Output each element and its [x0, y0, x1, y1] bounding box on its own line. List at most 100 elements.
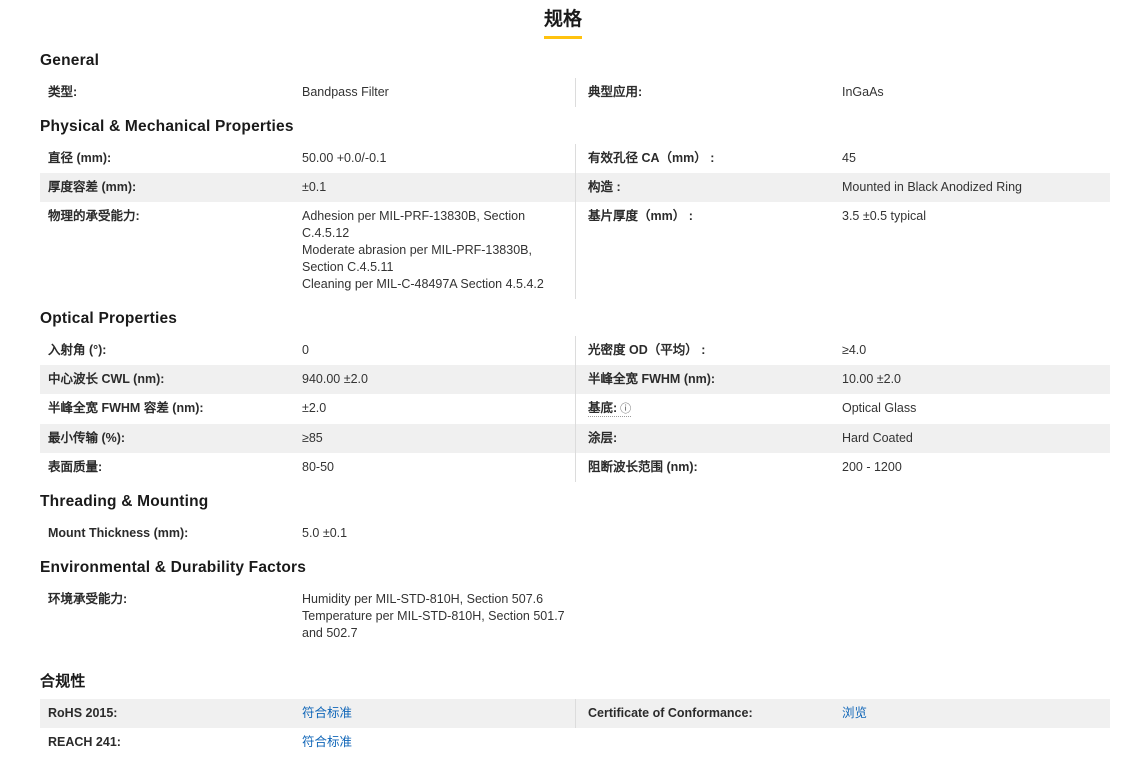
spec-cell: 阻断波长范围 (nm): 200 - 1200 — [575, 453, 1110, 482]
spec-value: 10.00 ±2.0 — [842, 372, 901, 386]
spec-cell: 基底: ⓘ Optical Glass — [575, 394, 1110, 424]
spec-label: RoHS 2015: — [48, 706, 118, 720]
spec-label: 典型应用: — [588, 85, 643, 99]
spec-value: Optical Glass — [842, 401, 917, 415]
spec-cell-empty — [575, 728, 1110, 757]
spec-value: ±2.0 — [302, 401, 327, 415]
spec-cell: 物理的承受能力: Adhesion per MIL-PRF-13830B, Se… — [40, 202, 575, 299]
spec-value: 3.5 ±0.5 typical — [842, 209, 926, 223]
table-row: 半峰全宽 FWHM 容差 (nm): ±2.0 基底: ⓘ Optical Gla… — [40, 394, 1110, 424]
spec-value: Hard Coated — [842, 431, 913, 445]
spec-value: InGaAs — [842, 85, 884, 99]
spec-cell: 构造 : Mounted in Black Anodized Ring — [575, 173, 1110, 202]
spec-label: 类型: — [48, 85, 78, 99]
spec-label: Mount Thickness (mm): — [48, 526, 189, 540]
spec-label: 光密度 OD（平均） : — [588, 343, 706, 357]
spec-value: Humidity per MIL-STD-810H, Section 507.6… — [302, 592, 565, 640]
reach-compliance-link[interactable]: 符合标准 — [302, 734, 567, 751]
spec-cell: 直径 (mm): 50.00 +0.0/-0.1 — [40, 144, 575, 173]
table-row: 类型: Bandpass Filter 典型应用: InGaAs — [40, 78, 1110, 107]
spec-label: Certificate of Conformance: — [588, 706, 753, 720]
spec-label: 直径 (mm): — [48, 151, 112, 165]
page-title: 规格 — [543, 9, 582, 39]
spec-cell: Certificate of Conformance: 浏览 — [575, 699, 1110, 728]
spec-label: 表面质量: — [48, 460, 103, 474]
spec-label: 基片厚度（mm） : — [588, 209, 693, 223]
spec-label: REACH 241: — [48, 735, 121, 749]
spec-value: ≥4.0 — [842, 343, 867, 357]
table-row: Mount Thickness (mm): 5.0 ±0.1 — [40, 519, 1110, 548]
spec-value: Bandpass Filter — [302, 85, 389, 99]
table-row: 表面质量: 80-50 阻断波长范围 (nm): 200 - 1200 — [40, 453, 1110, 482]
spec-value: ±0.1 — [302, 180, 327, 194]
spec-cell: 环境承受能力: Humidity per MIL-STD-810H, Secti… — [40, 585, 575, 648]
specs-content: General 类型: Bandpass Filter 典型应用: InGaAs… — [0, 39, 1126, 757]
section-heading-environmental: Environmental & Durability Factors — [40, 559, 307, 576]
spec-table-physical: 直径 (mm): 50.00 +0.0/-0.1 有效孔径 CA（mm） : 4… — [40, 144, 1110, 299]
spec-label: 最小传输 (%): — [48, 431, 126, 445]
spec-cell: 基片厚度（mm） : 3.5 ±0.5 typical — [575, 202, 1110, 299]
spec-label: 半峰全宽 FWHM 容差 (nm): — [48, 401, 204, 415]
spec-value: Mounted in Black Anodized Ring — [842, 180, 1022, 194]
spec-table-compliance: RoHS 2015: 符合标准 Certificate of Conforman… — [40, 699, 1110, 757]
table-row: RoHS 2015: 符合标准 Certificate of Conforman… — [40, 699, 1110, 728]
spec-value: Adhesion per MIL-PRF-13830B, Section C.4… — [302, 209, 544, 291]
spec-cell: 最小传输 (%): ≥85 — [40, 424, 575, 453]
spec-cell-empty — [575, 519, 1110, 548]
spec-label: 中心波长 CWL (nm): — [48, 372, 165, 386]
spec-label: 半峰全宽 FWHM (nm): — [588, 372, 716, 386]
table-row: 物理的承受能力: Adhesion per MIL-PRF-13830B, Se… — [40, 202, 1110, 299]
rohs-compliance-link[interactable]: 符合标准 — [302, 705, 567, 722]
spec-value: 45 — [842, 151, 856, 165]
spec-cell: 典型应用: InGaAs — [575, 78, 1110, 107]
spec-cell: 厚度容差 (mm): ±0.1 — [40, 173, 575, 202]
spec-cell: 表面质量: 80-50 — [40, 453, 575, 482]
spec-cell: Mount Thickness (mm): 5.0 ±0.1 — [40, 519, 575, 548]
table-row: 入射角 (°): 0 光密度 OD（平均） : ≥4.0 — [40, 336, 1110, 365]
spec-cell: 类型: Bandpass Filter — [40, 78, 575, 107]
section-heading-optical: Optical Properties — [40, 310, 178, 327]
spec-cell: REACH 241: 符合标准 — [40, 728, 575, 757]
spec-label: 环境承受能力: — [48, 592, 128, 606]
spec-table-threading: Mount Thickness (mm): 5.0 ±0.1 — [40, 519, 1110, 548]
spec-value: ≥85 — [302, 431, 323, 445]
section-heading-physical: Physical & Mechanical Properties — [40, 118, 294, 135]
spec-label: 涂层: — [588, 431, 618, 445]
spec-cell: 光密度 OD（平均） : ≥4.0 — [575, 336, 1110, 365]
spec-table-environmental: 环境承受能力: Humidity per MIL-STD-810H, Secti… — [40, 585, 1110, 648]
spec-cell: 中心波长 CWL (nm): 940.00 ±2.0 — [40, 365, 575, 394]
table-row: 厚度容差 (mm): ±0.1 构造 : Mounted in Black An… — [40, 173, 1110, 202]
spec-label: 阻断波长范围 (nm): — [588, 460, 698, 474]
spec-label: 物理的承受能力: — [48, 209, 140, 223]
spec-cell: 半峰全宽 FWHM (nm): 10.00 ±2.0 — [575, 365, 1110, 394]
spec-label: 入射角 (°): — [48, 343, 107, 357]
table-row: 环境承受能力: Humidity per MIL-STD-810H, Secti… — [40, 585, 1110, 648]
section-heading-general: General — [40, 52, 100, 69]
table-row: REACH 241: 符合标准 — [40, 728, 1110, 757]
spec-label: 有效孔径 CA（mm） : — [588, 151, 715, 165]
spec-value: 80-50 — [302, 460, 334, 474]
spec-table-general: 类型: Bandpass Filter 典型应用: InGaAs — [40, 78, 1110, 107]
table-row: 最小传输 (%): ≥85 涂层: Hard Coated — [40, 424, 1110, 453]
spec-value: 940.00 ±2.0 — [302, 372, 368, 386]
info-icon: ⓘ — [620, 403, 632, 415]
spec-cell: RoHS 2015: 符合标准 — [40, 699, 575, 728]
spec-cell: 有效孔径 CA（mm） : 45 — [575, 144, 1110, 173]
spec-label: 厚度容差 (mm): — [48, 180, 137, 194]
spec-cell: 入射角 (°): 0 — [40, 336, 575, 365]
spec-table-optical: 入射角 (°): 0 光密度 OD（平均） : ≥4.0 中心波长 CWL (n… — [40, 336, 1110, 482]
spec-cell: 半峰全宽 FWHM 容差 (nm): ±2.0 — [40, 394, 575, 424]
spec-label: 构造 : — [588, 180, 621, 194]
certificate-view-link[interactable]: 浏览 — [842, 705, 1102, 722]
spec-value: 50.00 +0.0/-0.1 — [302, 151, 387, 165]
section-heading-threading: Threading & Mounting — [40, 493, 209, 510]
substrate-tooltip-label[interactable]: 基底: ⓘ — [588, 400, 842, 418]
page-header: 规格 — [0, 0, 1126, 39]
spec-cell: 涂层: Hard Coated — [575, 424, 1110, 453]
section-heading-compliance: 合规性 — [40, 673, 86, 690]
spec-value: 0 — [302, 343, 309, 357]
table-row: 直径 (mm): 50.00 +0.0/-0.1 有效孔径 CA（mm） : 4… — [40, 144, 1110, 173]
spec-value: 5.0 ±0.1 — [302, 526, 348, 540]
spec-value: 200 - 1200 — [842, 460, 902, 474]
table-row: 中心波长 CWL (nm): 940.00 ±2.0 半峰全宽 FWHM (nm… — [40, 365, 1110, 394]
